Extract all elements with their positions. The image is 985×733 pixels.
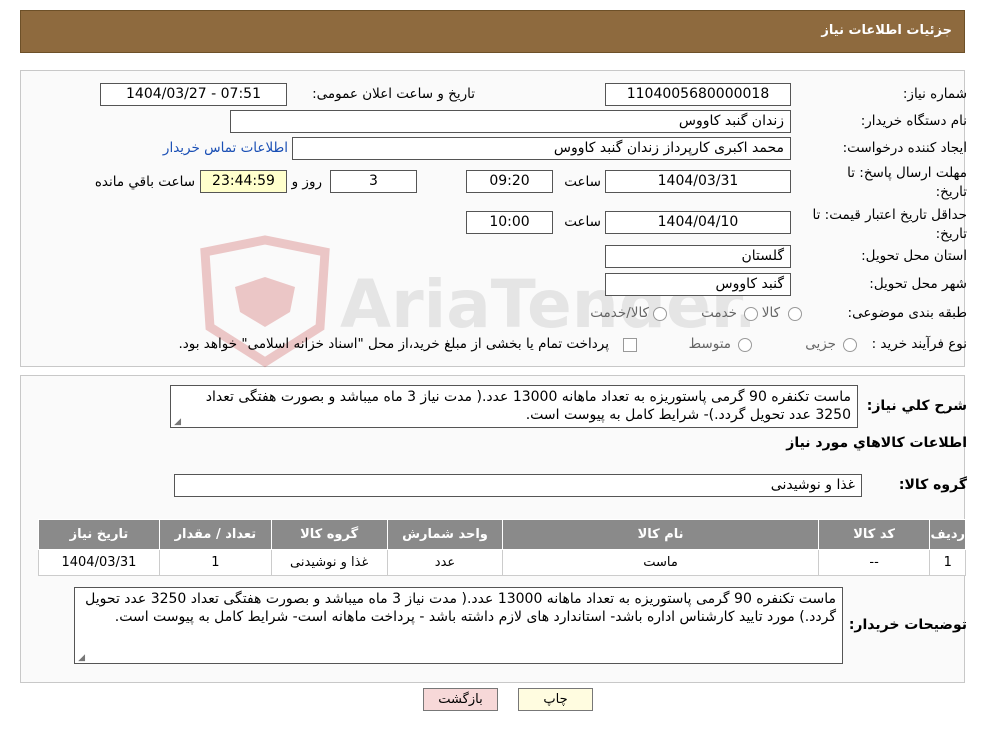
- province-field: گلستان: [605, 245, 791, 268]
- col-group: گروه کالا: [270, 519, 388, 550]
- deadline-date-field: 1404/03/31: [605, 170, 791, 193]
- page-title: جزئیات اطلاعات نیاز: [821, 23, 952, 38]
- process-medium-label: متوسط: [688, 336, 731, 352]
- deadline-label: مهلت ارسال پاسخ: تا تاریخ:: [847, 165, 967, 200]
- col-date: تاریخ نیاز: [38, 519, 160, 550]
- buyer-notes-text: ماست تکنفره 90 گرمی پاستوریزه به تعداد م…: [85, 591, 836, 625]
- category-goods-label: کالا: [761, 305, 780, 321]
- need-number-field: 1104005680000018: [605, 83, 791, 106]
- table-row: 1 -- ماست عدد غذا و نوشیدنی 1 1404/03/31: [38, 549, 966, 576]
- cell-name: ماست: [502, 549, 819, 576]
- treasury-checkbox[interactable]: [623, 338, 637, 352]
- resize-grip-icon[interactable]: ◢: [77, 654, 85, 663]
- province-label: استان محل تحویل:: [861, 248, 967, 264]
- requester-label: ایجاد کننده درخواست:: [842, 140, 967, 156]
- buyer-org-label: نام دستگاه خریدار:: [860, 113, 967, 129]
- print-button[interactable]: چاپ: [518, 688, 593, 711]
- description-label: شرح کلي نياز:: [866, 398, 967, 414]
- buyer-notes-label: توضیحات خریدار:: [848, 617, 967, 633]
- requester-field: محمد اکبری کارپرداز زندان گنبد کاووس: [292, 137, 791, 160]
- validity-time-label: ساعت: [564, 214, 601, 230]
- need-number-label: شماره نیاز:: [902, 86, 967, 102]
- announce-label: تاریخ و ساعت اعلان عمومی:: [312, 86, 475, 102]
- deadline-time-field: 09:20: [466, 170, 553, 193]
- process-partial-radio[interactable]: [843, 338, 857, 352]
- remaining-label: ساعت باقي مانده: [94, 174, 195, 190]
- payment-note: پرداخت تمام یا بخشی از مبلغ خرید،از محل …: [178, 336, 609, 352]
- city-label: شهر محل تحویل:: [869, 276, 967, 292]
- process-partial-label: جزیی: [805, 336, 836, 352]
- process-medium-radio[interactable]: [738, 338, 752, 352]
- goods-group-label: گروه کالا:: [898, 477, 967, 493]
- col-quantity: تعداد / مقدار: [158, 519, 272, 550]
- cell-quantity: 1: [158, 549, 272, 576]
- cell-code: --: [817, 549, 931, 576]
- remaining-time-field: 23:44:59: [200, 170, 287, 193]
- resize-grip-icon[interactable]: ◢: [173, 418, 181, 427]
- col-unit: واحد شمارش: [386, 519, 504, 550]
- category-goods-radio[interactable]: [788, 307, 802, 321]
- days-label: روز و: [291, 174, 322, 190]
- cell-row: 1: [929, 549, 966, 576]
- col-code: کد کالا: [817, 519, 931, 550]
- buyer-org-field: زندان گنبد کاووس: [230, 110, 791, 133]
- process-label: نوع فرآیند خرید :: [871, 336, 967, 352]
- days-field: 3: [330, 170, 417, 193]
- col-name: نام کالا: [502, 519, 819, 550]
- cell-date: 1404/03/31: [38, 549, 160, 576]
- cell-group: غذا و نوشیدنی: [270, 549, 388, 576]
- buyer-notes-textarea[interactable]: ماست تکنفره 90 گرمی پاستوریزه به تعداد م…: [74, 587, 843, 664]
- description-text: ماست تکنفره 90 گرمی پاستوریزه به تعداد م…: [205, 389, 851, 423]
- goods-table-header: ردیف کد کالا نام کالا واحد شمارش گروه کا…: [38, 519, 966, 550]
- category-service-radio[interactable]: [744, 307, 758, 321]
- category-goods-service-label: کالا/خدمت: [590, 305, 649, 321]
- back-button[interactable]: بازگشت: [423, 688, 498, 711]
- city-field: گنبد کاووس: [605, 273, 791, 296]
- goods-section-title: اطلاعات کالاهاي مورد نياز: [786, 435, 967, 451]
- goods-table: ردیف کد کالا نام کالا واحد شمارش گروه کا…: [38, 519, 966, 576]
- goods-group-field: غذا و نوشیدنی: [174, 474, 862, 497]
- validity-date-field: 1404/04/10: [605, 211, 791, 234]
- category-service-label: خدمت: [701, 305, 737, 321]
- col-row: ردیف: [929, 519, 966, 550]
- description-textarea[interactable]: ماست تکنفره 90 گرمی پاستوریزه به تعداد م…: [170, 385, 858, 428]
- contact-info-link[interactable]: اطلاعات تماس خریدار: [163, 140, 288, 156]
- validity-label: حداقل تاریخ اعتبار قیمت: تا تاریخ:: [812, 207, 967, 242]
- deadline-time-label: ساعت: [564, 174, 601, 190]
- category-goods-service-radio[interactable]: [653, 307, 667, 321]
- category-label: طبقه بندی موضوعی:: [847, 305, 967, 321]
- cell-unit: عدد: [386, 549, 504, 576]
- validity-time-field: 10:00: [466, 211, 553, 234]
- page-header: جزئیات اطلاعات نیاز: [20, 10, 965, 53]
- announce-field: 1404/03/27 - 07:51: [100, 83, 287, 106]
